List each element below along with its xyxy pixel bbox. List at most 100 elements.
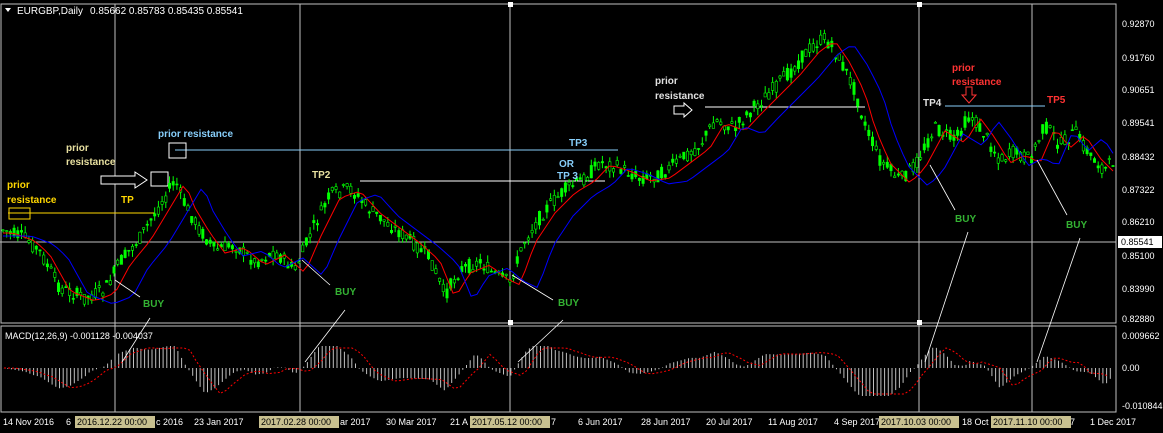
current-price-label: 0.85541 [1121, 237, 1154, 247]
candle-body [808, 43, 812, 53]
candle-body [852, 82, 856, 95]
prior-resistance-label: prior [655, 76, 678, 87]
candle-body [323, 203, 327, 208]
candle-body [1026, 151, 1030, 155]
candle-body [963, 116, 967, 128]
candle-body [475, 260, 479, 267]
candle-body [164, 195, 168, 203]
candle-body [944, 129, 948, 132]
candle-body [334, 186, 338, 190]
candle-body [896, 173, 900, 176]
candle-body [763, 92, 767, 98]
candle-body [593, 161, 597, 167]
candle-body [859, 115, 863, 119]
candle-body [486, 261, 490, 273]
candle-body [138, 231, 142, 244]
candle-body [168, 182, 172, 189]
candle-body [626, 175, 630, 177]
candle-body [134, 244, 138, 246]
price-label: 0.85100 [1122, 251, 1155, 261]
candle-body [1089, 152, 1093, 156]
candle-body [759, 105, 763, 107]
candle-body [623, 164, 627, 168]
candle-body [419, 248, 423, 253]
candle-body [1007, 148, 1011, 157]
price-label: 0.89541 [1122, 118, 1155, 128]
candle-body [504, 273, 508, 276]
candle-body [131, 246, 135, 251]
candle-body [404, 234, 408, 240]
candle-body [519, 247, 523, 252]
candle-body [841, 61, 845, 71]
candle-body [796, 60, 800, 69]
candle-body [630, 173, 634, 180]
candle-body [149, 218, 153, 221]
candle-body [205, 239, 209, 245]
candle-body [711, 122, 715, 129]
candle-body [996, 157, 1000, 164]
price-label: 0.86210 [1122, 217, 1155, 227]
candle-body [726, 126, 730, 131]
candle-body [1, 229, 5, 232]
candle-body [682, 151, 686, 160]
price-label: 0.90651 [1122, 85, 1155, 95]
candle-body [71, 298, 75, 300]
candle-body [560, 188, 564, 197]
candle-body [730, 121, 734, 124]
candle-body [545, 204, 549, 213]
candle-body [293, 265, 297, 270]
candle-body [745, 111, 749, 116]
price-label: 0.82880 [1122, 314, 1155, 324]
candle-body [60, 287, 64, 294]
candle-body [748, 112, 752, 118]
candle-body [578, 177, 582, 180]
date-label: 7 [551, 417, 556, 427]
candle-body [878, 155, 882, 166]
price-chart[interactable]: EURGBP,Daily 0.85662 0.85783 0.85435 0.8… [0, 0, 1163, 433]
date-highlight: 2017.10.03 00:00 [881, 417, 951, 427]
candle-body [108, 280, 112, 286]
candle-body [116, 259, 120, 265]
candle-body [537, 211, 541, 226]
candle-body [541, 219, 545, 221]
candle-body [523, 242, 527, 245]
prior-resistance-label: prior resistance [158, 129, 233, 140]
candle-body [704, 130, 708, 136]
candle-body [216, 248, 220, 251]
candle-body [38, 249, 42, 252]
buy-label: BUY [335, 287, 356, 298]
candle-body [1104, 166, 1108, 169]
candle-body [304, 237, 308, 246]
candle-body [530, 230, 534, 234]
candle-body [356, 193, 360, 197]
candle-body [1037, 140, 1041, 142]
price-label: 0.88432 [1122, 152, 1155, 162]
candle-body [338, 191, 342, 199]
candle-body [1004, 159, 1008, 162]
candle-body [42, 254, 46, 265]
candle-body [153, 213, 157, 217]
symbol-label: EURGBP,Daily [17, 6, 83, 17]
candle-body [719, 121, 723, 125]
candle-body [327, 192, 331, 200]
candle-body [145, 223, 149, 226]
candle-body [223, 241, 227, 251]
candle-body [685, 150, 689, 162]
candle-body [563, 182, 567, 193]
date-label: 18 Oct [962, 417, 989, 427]
candle-body [674, 158, 678, 164]
candle-body [970, 117, 974, 121]
candle-body [1056, 144, 1060, 149]
candle-body [319, 205, 323, 211]
candle-body [489, 270, 493, 273]
candle-body [364, 199, 368, 206]
candle-body [478, 259, 482, 264]
tp2-label: TP2 [312, 170, 331, 181]
candle-body [793, 66, 797, 72]
candle-body [34, 245, 38, 250]
candle-body [774, 81, 778, 93]
candle-body [175, 183, 179, 186]
price-label: 0.83990 [1122, 284, 1155, 294]
date-label: 14 Nov 2016 [3, 417, 54, 427]
candle-body [619, 169, 623, 174]
